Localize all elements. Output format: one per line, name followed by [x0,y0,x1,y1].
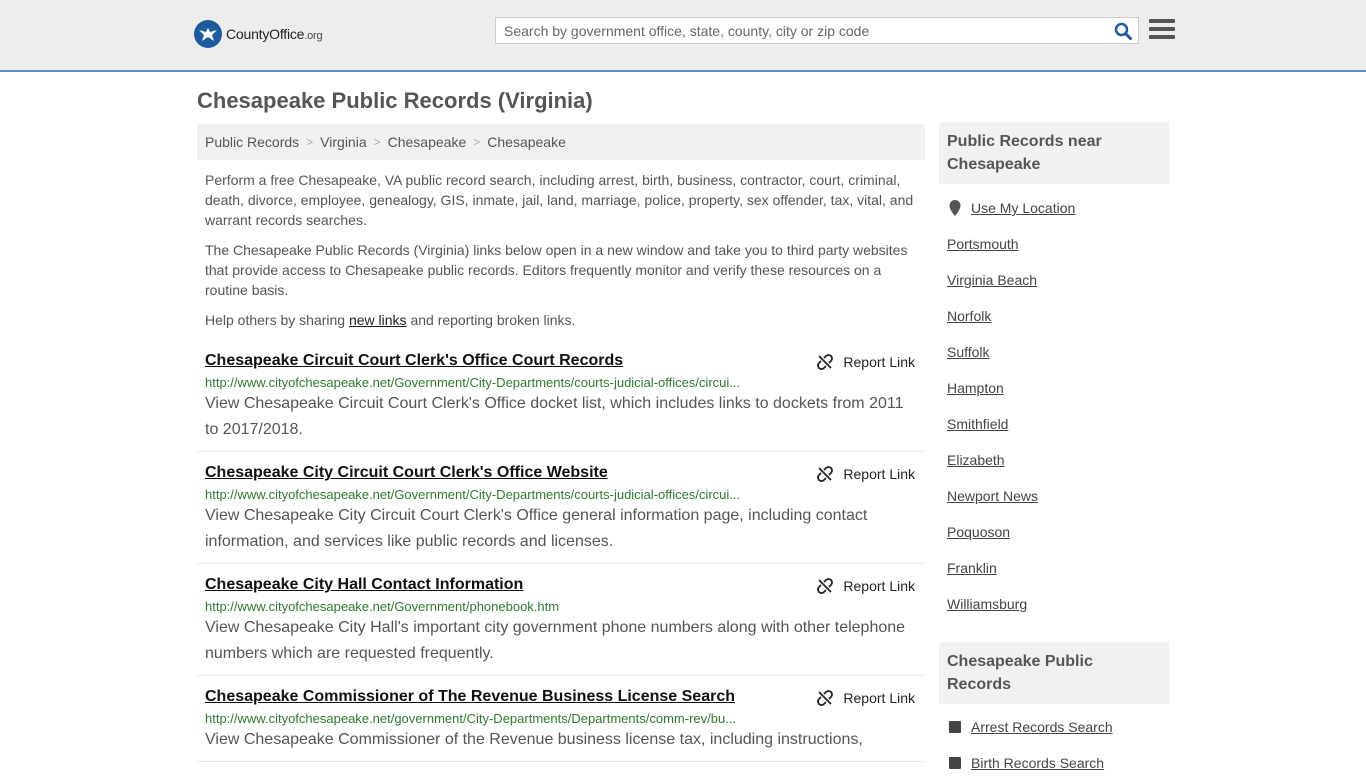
logo-text: CountyOffice.org [226,26,323,42]
report-link-button[interactable]: Report Link [817,466,915,482]
nearby-link-suffolk[interactable]: Suffolk [947,344,990,360]
record-description: View Chesapeake City Circuit Court Clerk… [205,507,868,550]
report-link-button[interactable]: Report Link [817,578,915,594]
breadcrumb-item[interactable]: Chesapeake [388,134,467,150]
nearby-link-williamsburg[interactable]: Williamsburg [947,596,1027,612]
main-content: Perform a free Chesapeake, VA public rec… [197,170,925,762]
record-title-link[interactable]: Chesapeake Circuit Court Clerk's Office … [205,352,623,370]
use-location-link[interactable]: Use My Location [971,200,1075,216]
breadcrumb-item[interactable]: Public Records [205,134,299,150]
breadcrumb-separator: > [473,135,481,149]
nearby-item: Virginia Beach [939,262,1169,298]
logo-tld: .org [304,30,323,42]
nearby-link-poquoson[interactable]: Poquoson [947,524,1010,540]
record-item: Chesapeake City Circuit Court Clerk's Of… [197,452,925,564]
nearby-item: Norfolk [939,298,1169,334]
nearby-records-heading: Public Records near Chesapeake [939,122,1169,184]
report-link-label: Report Link [843,466,915,482]
nearby-link-franklin[interactable]: Franklin [947,560,997,576]
record-type-item: Birth Records Search [939,745,1169,781]
square-bullet-icon [947,757,963,769]
eagle-logo-icon [194,20,222,48]
record-item: Chesapeake Circuit Court Clerk's Office … [197,340,925,452]
menu-bar [1149,35,1175,39]
intro-paragraph: Perform a free Chesapeake, VA public rec… [205,172,914,228]
report-link-label: Report Link [843,690,915,706]
report-link-button[interactable]: Report Link [817,354,915,370]
record-url: http://www.cityofchesapeake.net/governme… [205,711,737,726]
nearby-item: Smithfield [939,406,1169,442]
nearby-item: Portsmouth [939,226,1169,262]
sidebar: Public Records near Chesapeake Use My Lo… [939,122,1169,781]
share-text: and reporting broken links. [406,312,576,328]
broken-link-icon [817,578,834,594]
new-links-link[interactable]: new links [349,312,407,328]
nearby-link-norfolk[interactable]: Norfolk [947,308,991,324]
menu-bar [1149,27,1175,31]
broken-link-icon [817,354,834,370]
record-item: Chesapeake Commissioner of The Revenue B… [197,676,925,762]
nearby-link-virginia-beach[interactable]: Virginia Beach [947,272,1037,288]
nearby-link-hampton[interactable]: Hampton [947,380,1004,396]
logo-brand: CountyOffice [226,26,305,42]
record-title-link[interactable]: Chesapeake Commissioner of The Revenue B… [205,688,735,706]
square-bullet-icon [947,721,963,733]
search-icon [1114,22,1132,40]
nearby-item: Elizabeth [939,442,1169,478]
nearby-item: Newport News [939,478,1169,514]
breadcrumb-current: Chesapeake [487,134,566,150]
record-description: View Chesapeake Commissioner of the Reve… [205,731,863,748]
city-records-heading: Chesapeake Public Records [939,642,1169,704]
record-url: http://www.cityofchesapeake.net/Governme… [205,487,741,502]
breadcrumb: Public Records > Virginia > Chesapeake >… [197,124,925,160]
site-logo[interactable]: CountyOffice.org [194,20,323,48]
record-description: View Chesapeake City Hall's important ci… [205,619,906,662]
use-location-item: Use My Location [939,190,1169,226]
search-box [495,17,1139,44]
arrest-records-link[interactable]: Arrest Records Search [971,719,1113,735]
nearby-item: Williamsburg [939,586,1169,622]
broken-link-icon [817,690,834,706]
intro-paragraph: The Chesapeake Public Records (Virginia)… [205,242,908,298]
nearby-list: Use My Location Portsmouth Virginia Beac… [939,190,1169,622]
share-text: Help others by sharing [205,312,349,328]
nearby-item: Suffolk [939,334,1169,370]
nearby-link-smithfield[interactable]: Smithfield [947,416,1008,432]
map-pin-icon [947,200,963,216]
intro-text: Perform a free Chesapeake, VA public rec… [197,170,925,330]
nearby-link-elizabeth[interactable]: Elizabeth [947,452,1005,468]
site-header: CountyOffice.org [0,0,1366,72]
report-link-label: Report Link [843,578,915,594]
search-input[interactable] [496,18,1108,43]
record-type-item: Arrest Records Search [939,709,1169,745]
nearby-item: Franklin [939,550,1169,586]
nearby-link-newport-news[interactable]: Newport News [947,488,1038,504]
city-records-list: Arrest Records Search Birth Records Sear… [939,709,1169,781]
birth-records-link[interactable]: Birth Records Search [971,755,1104,771]
breadcrumb-separator: > [306,135,314,149]
menu-bar [1149,19,1175,23]
report-link-label: Report Link [843,354,915,370]
intro-share: Help others by sharing new links and rep… [205,310,917,330]
report-link-button[interactable]: Report Link [817,690,915,706]
breadcrumb-item[interactable]: Virginia [320,134,366,150]
record-title-link[interactable]: Chesapeake City Circuit Court Clerk's Of… [205,464,608,482]
hamburger-menu-icon[interactable] [1149,19,1175,43]
breadcrumb-separator: > [373,135,381,149]
record-item: Chesapeake City Hall Contact Information… [197,564,925,676]
record-description: View Chesapeake Circuit Court Clerk's Of… [205,395,904,438]
nearby-item: Hampton [939,370,1169,406]
search-button[interactable] [1108,22,1138,40]
record-url: http://www.cityofchesapeake.net/Governme… [205,599,560,614]
page-title: Chesapeake Public Records (Virginia) [197,88,593,113]
record-title-link[interactable]: Chesapeake City Hall Contact Information [205,576,523,594]
nearby-link-portsmouth[interactable]: Portsmouth [947,236,1019,252]
record-url: http://www.cityofchesapeake.net/Governme… [205,375,741,390]
nearby-item: Poquoson [939,514,1169,550]
broken-link-icon [817,466,834,482]
